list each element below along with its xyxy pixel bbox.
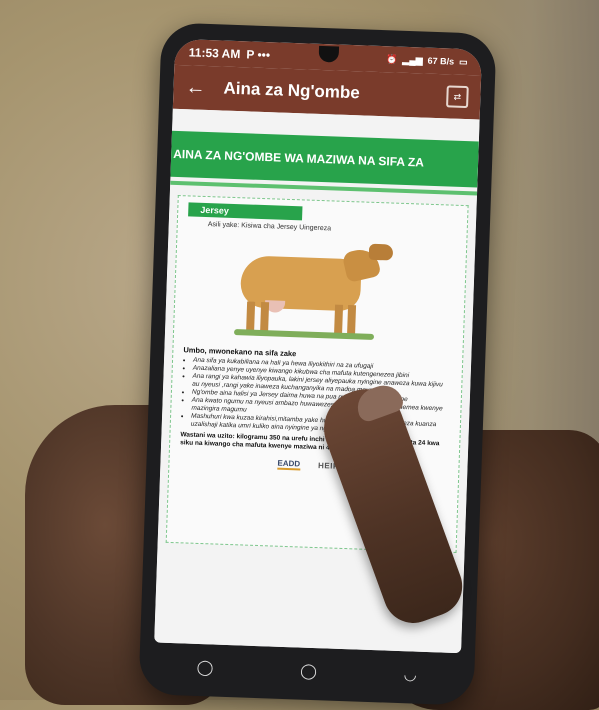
breed-name: Jersey [188,202,303,221]
signal-icon: ▂▄▆ [402,54,423,65]
recents-button[interactable]: ◯ [196,658,213,677]
camera-notch [318,45,339,63]
status-time: 11:53 AM [188,45,241,62]
translate-icon[interactable]: ⇄ [446,85,469,109]
cow-illustration [184,231,457,350]
status-notification-icons: P ••• [246,47,271,63]
back-arrow-icon[interactable]: ← [185,76,206,100]
alarm-icon: ⏰ [386,53,398,65]
eadd-logo: EADD [277,458,301,471]
title-banner: AINA ZA NG'OMBE WA MAZIWA NA SIFA ZA [164,130,479,188]
feature-list: Ana sifa ya kukabiliana na hali ya hewa … [181,356,452,437]
android-nav-bar: ◯ ◯ ◡ [153,648,461,693]
app-title: Aina za Ng'ombe [223,78,361,103]
home-button[interactable]: ◯ [300,662,317,681]
battery-icon: ▭ [458,56,468,67]
network-speed: 67 B/s [427,55,455,67]
back-button[interactable]: ◡ [403,665,417,683]
